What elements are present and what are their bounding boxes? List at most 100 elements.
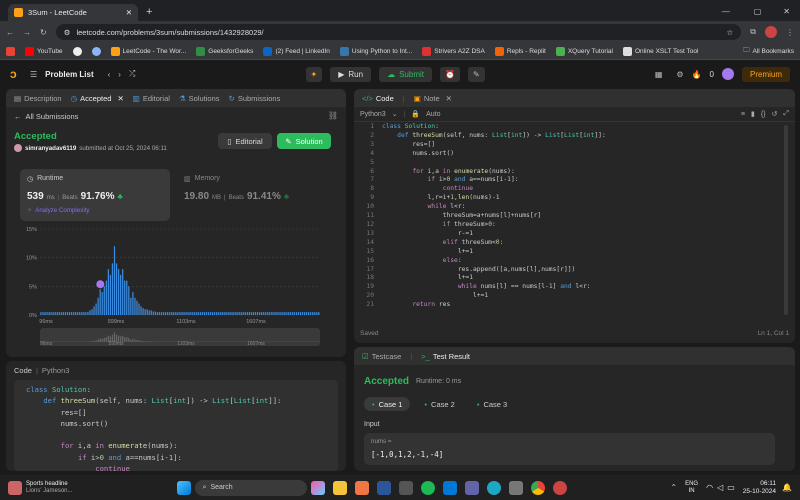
chart-bar[interactable]: [66, 312, 69, 315]
chart-bar[interactable]: [277, 312, 279, 315]
chart-bar[interactable]: [189, 312, 191, 315]
braces-icon[interactable]: {}: [761, 111, 766, 118]
chart-bar[interactable]: [193, 312, 195, 315]
chart-bar[interactable]: [216, 312, 218, 315]
chart-bar[interactable]: [85, 312, 87, 315]
bookmark-xquery[interactable]: XQuery Tutorial: [555, 46, 613, 56]
chart-bar[interactable]: [42, 312, 44, 315]
chart-bar[interactable]: [303, 312, 306, 315]
chart-bar[interactable]: [314, 312, 316, 315]
tab-accepted[interactable]: ◷ Accepted ✕: [71, 94, 124, 103]
chart-bar[interactable]: [105, 280, 107, 315]
edge-icon[interactable]: [486, 480, 501, 495]
profile-avatar[interactable]: [765, 26, 777, 38]
tray-chevron-icon[interactable]: ⌃: [670, 483, 677, 492]
notification-icon[interactable]: 🔔: [782, 483, 792, 492]
chart-bar[interactable]: [52, 312, 54, 315]
username[interactable]: simranyadav6119: [25, 145, 76, 152]
wifi-icon[interactable]: ◠: [706, 483, 713, 492]
bookmark-xslt[interactable]: Online XSLT Test Tool: [623, 46, 698, 56]
browser-tab[interactable]: 3Sum - LeetCode ✕: [8, 4, 138, 21]
chart-bar[interactable]: [62, 312, 65, 315]
extensions-icon[interactable]: ⧉: [750, 27, 756, 37]
case-tab-3[interactable]: • Case 3: [469, 397, 515, 411]
chart-bar[interactable]: [197, 312, 199, 315]
bookmark-gmail[interactable]: [6, 46, 15, 56]
chart-bar[interactable]: [136, 300, 138, 315]
premium-button[interactable]: Premium: [742, 66, 791, 82]
chart-bar[interactable]: [285, 312, 287, 315]
chart-bar[interactable]: [214, 312, 216, 315]
auto-label[interactable]: Auto: [426, 111, 440, 118]
chart-bar[interactable]: [48, 312, 50, 315]
chart-bar[interactable]: [254, 312, 257, 315]
tab-testcase[interactable]: ☑ Testcase: [362, 352, 401, 361]
chart-bar[interactable]: [87, 312, 89, 315]
chart-bar[interactable]: [144, 309, 146, 315]
chart-bar[interactable]: [305, 312, 308, 315]
tab-test-result[interactable]: >_ Test Result: [421, 352, 470, 361]
chart-bar[interactable]: [242, 312, 244, 315]
chart-bar[interactable]: [218, 312, 220, 315]
chart-bar[interactable]: [167, 312, 169, 315]
reload-icon[interactable]: ↻: [40, 28, 47, 37]
leetcode-logo-icon[interactable]: ↄ: [10, 67, 22, 81]
chart-bar[interactable]: [279, 312, 281, 315]
chart-bar[interactable]: [281, 312, 283, 315]
chart-bar[interactable]: [226, 312, 228, 315]
site-info-icon[interactable]: ⚙: [64, 28, 71, 37]
chart-bar[interactable]: [107, 269, 109, 315]
tab-note[interactable]: ▣ Note ✕: [414, 94, 452, 103]
chart-bar[interactable]: [295, 312, 298, 315]
chart-bar[interactable]: [158, 312, 161, 315]
chart-bar[interactable]: [109, 274, 112, 315]
chrome-icon[interactable]: [530, 480, 545, 495]
chart-bar[interactable]: [44, 312, 46, 315]
chart-bar[interactable]: [91, 309, 93, 315]
copilot-icon[interactable]: [310, 480, 325, 495]
chart-bar[interactable]: [179, 312, 181, 315]
chart-bar[interactable]: [77, 312, 79, 315]
chart-bar[interactable]: [171, 312, 173, 315]
chart-bar[interactable]: [95, 303, 97, 315]
menu-icon[interactable]: ⋮: [786, 28, 794, 37]
word-icon[interactable]: [376, 480, 391, 495]
bookmark-star-icon[interactable]: ☆: [727, 28, 734, 37]
bookmark-strivers[interactable]: Strivers A2Z DSA: [422, 46, 485, 56]
scrollbar[interactable]: [784, 125, 788, 315]
all-bookmarks-folder[interactable]: 🗀 All Bookmarks: [743, 46, 794, 57]
chart-bar[interactable]: [156, 312, 159, 315]
chart-bar[interactable]: [177, 312, 179, 315]
chart-bar[interactable]: [308, 312, 310, 315]
chart-bar[interactable]: [275, 312, 277, 315]
chart-bar[interactable]: [252, 312, 255, 315]
chart-bar[interactable]: [120, 274, 122, 315]
chart-bar[interactable]: [64, 312, 67, 315]
language-indicator[interactable]: ENG IN: [685, 481, 698, 495]
chart-bar[interactable]: [211, 312, 214, 315]
chart-bar[interactable]: [258, 312, 261, 315]
chart-bar[interactable]: [205, 312, 208, 315]
bookmark-gemini[interactable]: [91, 46, 101, 56]
chart-bar[interactable]: [199, 312, 201, 315]
forward-icon[interactable]: →: [23, 28, 31, 37]
all-submissions-link[interactable]: ← All Submissions: [14, 112, 78, 121]
bookmark-replit[interactable]: Repls - Replit: [494, 46, 546, 56]
new-tab-icon[interactable]: +: [146, 6, 152, 18]
chart-bar[interactable]: [299, 312, 302, 315]
chart-bar[interactable]: [58, 312, 60, 315]
code-editor[interactable]: class Solution: def threeSum(self, nums:…: [382, 123, 782, 319]
memory-card[interactable]: ▥ Memory 19.80 MB | Beats 91.41% ♣: [178, 169, 328, 221]
tab-submissions[interactable]: ↻ Submissions: [229, 94, 281, 103]
windows-start-icon[interactable]: [176, 480, 191, 495]
chart-bar[interactable]: [234, 312, 236, 315]
chart-bar[interactable]: [122, 269, 124, 315]
bookmark-github[interactable]: [72, 46, 82, 56]
runtime-card[interactable]: ◷ Runtime 539 ms | Beats 91.76% ♣ ✧ Analyz…: [20, 169, 170, 221]
reset-icon[interactable]: ↺: [772, 110, 778, 118]
chart-bar[interactable]: [128, 286, 130, 315]
chart-bar[interactable]: [130, 297, 132, 315]
run-button[interactable]: ▶ Run: [330, 66, 372, 82]
chart-bar[interactable]: [140, 306, 142, 315]
chart-bar[interactable]: [185, 312, 187, 315]
